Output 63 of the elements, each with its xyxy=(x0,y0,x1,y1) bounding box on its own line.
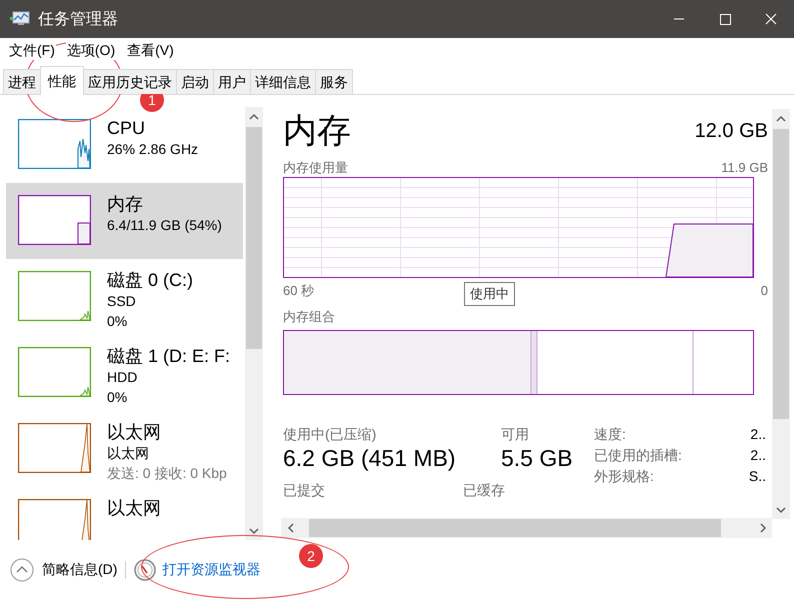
panel-title: 内存 xyxy=(283,111,351,152)
chart-label: 内存组合 xyxy=(283,308,336,326)
property-label: 速度: xyxy=(594,425,626,444)
tab[interactable]: 服务 xyxy=(315,69,353,94)
device-name: 以太网 xyxy=(107,421,162,443)
stat-label: 已缓存 xyxy=(463,481,505,499)
property-value: 2.. xyxy=(750,446,766,465)
menu-item[interactable]: 选项(O) xyxy=(66,42,116,60)
device-item[interactable]: 内存 6.4/11.9 GB (54%) xyxy=(6,183,243,259)
property-label: 外形规格: xyxy=(594,467,654,486)
device-stat: 0% xyxy=(107,312,128,331)
device-item[interactable]: 以太网 xyxy=(6,487,243,540)
summary-toggle[interactable]: 简略信息(D) xyxy=(10,558,118,582)
time-axis-label: 0 xyxy=(760,282,768,300)
memory-total: 12.0 GB xyxy=(694,120,768,142)
device-name: 以太网 xyxy=(107,497,161,519)
tab[interactable]: 用户 xyxy=(213,69,251,94)
gauge-icon[interactable] xyxy=(134,559,156,581)
tab[interactable]: 进程 xyxy=(3,69,41,94)
device-name: 磁盘 1 (D: E: F: xyxy=(107,345,230,367)
property-label: 已使用的插槽: xyxy=(594,446,682,465)
scrollbar[interactable] xyxy=(772,109,790,519)
device-stat: SSD xyxy=(107,292,137,311)
scrollbar-thumb[interactable] xyxy=(246,127,262,349)
stat-label: 可用 xyxy=(501,425,530,443)
stat-value: 6.2 GB (451 MB) xyxy=(283,444,457,473)
device-stat: 26% 2.86 GHz xyxy=(107,140,198,159)
chevron-up-icon[interactable] xyxy=(10,558,34,582)
tab[interactable]: 启动 xyxy=(176,69,214,94)
tab[interactable]: 性能 xyxy=(40,66,84,95)
window-title: 任务管理器 xyxy=(38,10,119,30)
number-badge: 2 xyxy=(299,544,323,568)
device-stat: 6.4/11.9 GB (54%) xyxy=(107,216,222,235)
device-name: 磁盘 0 (C:) xyxy=(107,269,194,291)
device-item[interactable]: 磁盘 0 (C:) SSD 0% xyxy=(6,259,243,335)
device-item[interactable]: 以太网 以太网 发送: 0 接收: 0 Kbp xyxy=(6,411,243,487)
device-name: 内存 xyxy=(107,193,144,215)
device-name: CPU xyxy=(107,117,146,139)
stat-value: 5.5 GB xyxy=(501,444,573,473)
property-value: 2.. xyxy=(750,425,766,444)
scrollbar-thumb[interactable] xyxy=(309,519,721,537)
device-stat: HDD xyxy=(107,368,138,387)
summary-label: 简略信息(D) xyxy=(42,561,118,579)
chart-label: 内存使用量 xyxy=(283,159,348,177)
device-stat: 发送: 0 接收: 0 Kbp xyxy=(107,464,227,483)
device-item[interactable]: 磁盘 1 (D: E: F: HDD 0% xyxy=(6,335,243,411)
scrollbar[interactable] xyxy=(245,107,263,540)
monitor-graph-icon xyxy=(10,11,30,27)
menu-item[interactable]: 文件(F) xyxy=(8,42,56,60)
menu-item[interactable]: 查看(V) xyxy=(126,42,175,60)
stat-label: 已提交 xyxy=(283,481,326,499)
chart-max-label: 11.9 GB xyxy=(721,159,768,177)
scrollbar-thumb[interactable] xyxy=(773,129,789,419)
resource-monitor-link[interactable]: 打开资源监视器 xyxy=(162,561,260,579)
tab[interactable]: 应用历史记录 xyxy=(83,69,177,94)
tab[interactable]: 详细信息 xyxy=(250,69,316,94)
property-value: S.. xyxy=(748,467,766,486)
scrollbar[interactable] xyxy=(281,518,772,538)
tooltip: 使用中 xyxy=(464,282,515,306)
device-stat: 0% xyxy=(107,388,128,407)
stat-label: 使用中(已压缩) xyxy=(283,425,378,443)
device-stat: 以太网 xyxy=(107,444,150,463)
time-axis-label: 60 秒 xyxy=(283,282,314,300)
